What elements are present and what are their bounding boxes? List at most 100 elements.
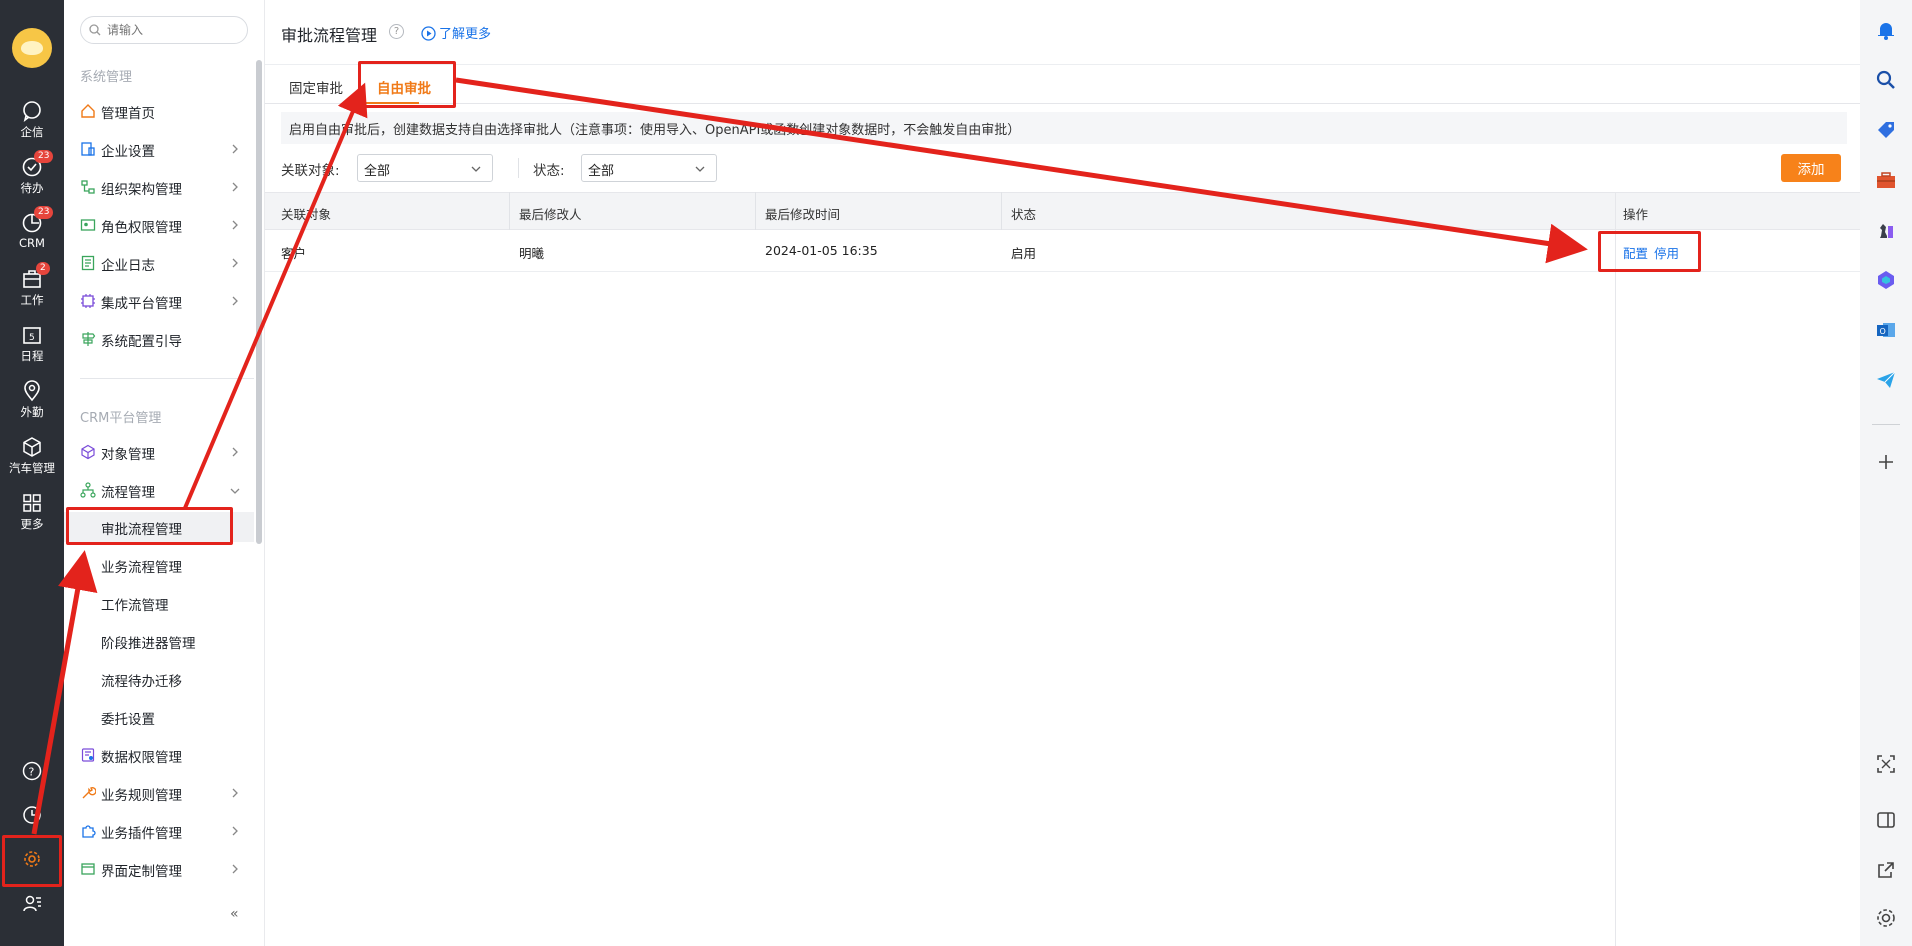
rail-user[interactable] <box>0 884 64 924</box>
right-rail-divider <box>1872 424 1900 425</box>
add-button[interactable]: 添加 <box>1781 154 1841 182</box>
filter-divider <box>518 158 519 178</box>
chevron-right-icon <box>232 144 238 154</box>
active-tab-indicator <box>359 102 419 104</box>
sidebar-item-ui-custom[interactable]: 界面定制管理 <box>64 854 254 884</box>
rail-item-car[interactable]: 汽车管理 <box>0 436 64 488</box>
copilot-icon[interactable] <box>1874 268 1898 292</box>
rail-help[interactable]: ? <box>0 752 64 792</box>
chevron-right-icon <box>232 826 238 836</box>
sidebar-item-objects[interactable]: 对象管理 <box>64 437 254 467</box>
cell-modifier: 明曦 <box>519 246 545 261</box>
sidebar-scrollbar[interactable] <box>256 60 262 544</box>
svg-text:O: O <box>1880 327 1886 336</box>
chevron-down-icon <box>471 166 481 172</box>
chevron-right-icon <box>232 447 238 457</box>
tab-free-approval[interactable]: 自由审批 <box>377 77 431 97</box>
chevron-right-icon <box>232 182 238 192</box>
outlook-icon[interactable]: O <box>1874 318 1898 342</box>
add-icon[interactable] <box>1874 450 1898 474</box>
user-list-icon <box>23 895 41 912</box>
tab-fixed-approval[interactable]: 固定审批 <box>289 77 343 97</box>
company-icon <box>81 142 95 156</box>
sidebar-item-label: 界面定制管理 <box>101 864 182 880</box>
rail-item-work[interactable]: 2 工作 <box>0 262 64 320</box>
chevron-right-icon <box>232 258 238 268</box>
column-header: 关联对象 <box>281 207 332 222</box>
help-icon[interactable]: ? <box>389 24 404 39</box>
rail-label: 日程 <box>20 349 44 363</box>
sidebar-sub-workflow[interactable]: 工作流管理 <box>64 588 254 618</box>
rail-label: 汽车管理 <box>9 461 55 475</box>
main-content: 审批流程管理 ? 了解更多 固定审批 自由审批 启用自由审批后，创建数据支持自由… <box>264 0 1861 946</box>
org-tree-icon <box>81 180 95 194</box>
sidebar-sub-approval[interactable]: 审批流程管理 <box>64 512 254 542</box>
cell-actions: 配置 停用 <box>1623 243 1685 262</box>
sidebar-sub-label: 工作流管理 <box>101 598 169 614</box>
chat-icon <box>23 101 41 122</box>
rail-item-todo[interactable]: 23 待办 <box>0 150 64 208</box>
rail-item-crm[interactable]: 23 CRM <box>0 206 64 264</box>
chevron-right-icon <box>232 296 238 306</box>
filter-object-label: 关联对象: <box>281 163 340 179</box>
select-value: 全部 <box>364 164 391 179</box>
send-icon[interactable] <box>1874 368 1898 392</box>
sidebar-item-config-guide[interactable]: 系统配置引导 <box>64 324 254 354</box>
sidebar-item-business-rules[interactable]: 业务规则管理 <box>64 778 254 808</box>
sidebar-item-data-permission[interactable]: 数据权限管理 <box>64 740 254 770</box>
sidebar-search-input[interactable] <box>107 21 237 39</box>
rail-item-field[interactable]: 外勤 <box>0 380 64 432</box>
tag-icon[interactable] <box>1874 118 1898 142</box>
signpost-icon <box>82 332 96 346</box>
log-icon <box>81 255 95 271</box>
rail-history[interactable] <box>0 796 64 836</box>
page-title: 审批流程管理 <box>281 26 378 45</box>
sidebar-item-label: 系统配置引导 <box>101 334 182 350</box>
sidebar-item-plugins[interactable]: 业务插件管理 <box>64 816 254 846</box>
search-icon <box>89 24 101 36</box>
home-icon <box>81 104 95 118</box>
avatar[interactable] <box>12 28 52 68</box>
sidebar-item-org[interactable]: 组织架构管理 <box>64 172 254 202</box>
sidebar-sub-todo-migration[interactable]: 流程待办迁移 <box>64 664 254 694</box>
sidebar-item-roles[interactable]: 角色权限管理 <box>64 210 254 240</box>
rail-item-calendar[interactable]: 5 日程 <box>0 324 64 376</box>
notice-banner: 启用自由审批后，创建数据支持自由选择审批人（注意事项：使用导入、OpenAPI或… <box>281 112 1847 144</box>
bell-icon[interactable] <box>1874 18 1898 42</box>
disable-link[interactable]: 停用 <box>1654 246 1679 261</box>
sidebar-item-process[interactable]: 流程管理 <box>64 475 254 505</box>
column-divider[interactable] <box>509 192 510 230</box>
sidebar-item-home[interactable]: 管理首页 <box>64 96 254 126</box>
grid-icon <box>23 494 41 512</box>
sidebar-item-log[interactable]: 企业日志 <box>64 248 254 278</box>
table-row: 客户 明曦 2024-01-05 16:35 启用 配置 停用 <box>265 230 1861 272</box>
chess-icon[interactable] <box>1874 218 1898 242</box>
toolbox-icon[interactable] <box>1874 168 1898 192</box>
filter-status-select[interactable]: 全部 <box>581 154 717 182</box>
rail-item-more[interactable]: 更多 <box>0 492 64 544</box>
search-icon[interactable] <box>1874 68 1898 92</box>
sidebar-toggle-icon[interactable] <box>1874 808 1898 832</box>
collapse-sidebar-button[interactable]: « <box>230 906 239 922</box>
rail-item-chat[interactable]: 企信 <box>0 100 64 152</box>
learn-more-link[interactable]: 了解更多 <box>421 23 491 42</box>
cell-object: 客户 <box>281 246 307 261</box>
sidebar-item-company[interactable]: 企业设置 <box>64 134 254 164</box>
column-divider[interactable] <box>755 192 756 230</box>
column-divider[interactable] <box>1001 192 1002 230</box>
sidebar-sub-delegation[interactable]: 委托设置 <box>64 702 254 732</box>
sidebar-item-integration[interactable]: 集成平台管理 <box>64 286 254 316</box>
configure-link[interactable]: 配置 <box>1623 246 1648 261</box>
sidebar-sub-stage-pusher[interactable]: 阶段推进器管理 <box>64 626 254 656</box>
screenshot-icon[interactable] <box>1874 752 1898 776</box>
sidebar-sub-business-flow[interactable]: 业务流程管理 <box>64 550 254 580</box>
sidebar-item-label: 角色权限管理 <box>101 220 182 236</box>
settings-icon[interactable] <box>1874 906 1898 930</box>
rail-settings[interactable] <box>0 840 64 880</box>
object-cube-icon <box>81 444 95 460</box>
filter-object-select[interactable]: 全部 <box>357 154 493 182</box>
filter-status-label: 状态: <box>533 163 565 179</box>
sidebar-search[interactable] <box>80 16 248 44</box>
external-link-icon[interactable] <box>1874 858 1898 882</box>
table-header: 关联对象 最后修改人 最后修改时间 状态 操作 <box>265 192 1861 230</box>
